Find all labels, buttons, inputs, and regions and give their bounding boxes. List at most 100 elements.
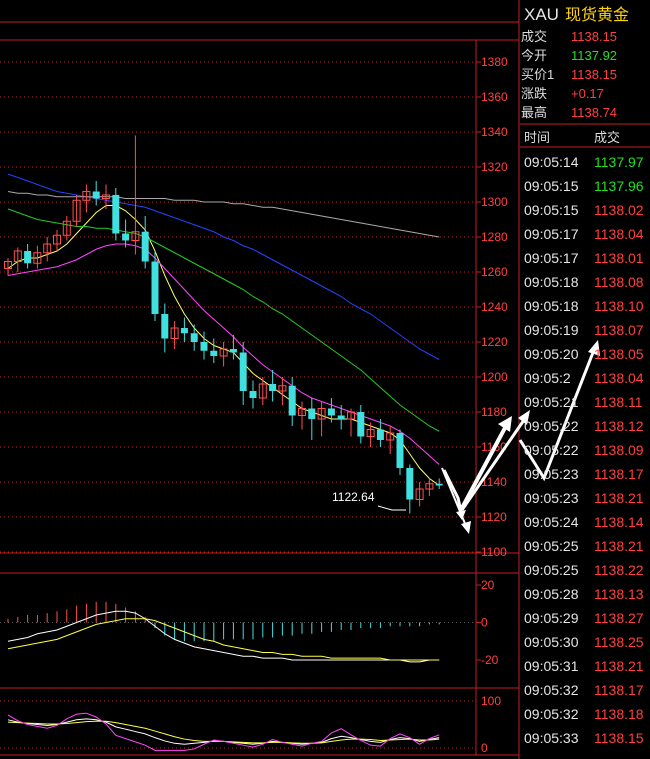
tick-time: 09:05:21: [524, 394, 579, 410]
candle-body: [396, 433, 404, 468]
tick-time: 09:05:24: [524, 514, 579, 530]
tick-time: 09:05:18: [524, 274, 579, 290]
candle-body: [190, 333, 198, 342]
tick-time: 09:05:30: [524, 634, 579, 650]
quote-row: 买价1 1138.15: [521, 66, 617, 84]
tick-price: 1138.05: [594, 346, 644, 362]
price-axis-label: 1220: [481, 335, 508, 349]
tick-price: 1137.96: [594, 178, 644, 194]
price-axis-label: 1300: [481, 195, 508, 209]
candlesticks: [4, 135, 443, 514]
tick-time: 09:05:2: [524, 370, 571, 386]
tick-row[interactable]: 09:05:22 1138.12: [524, 414, 644, 438]
quote-label: 成交: [521, 29, 548, 44]
tick-row[interactable]: 09:05:2 1138.04: [524, 366, 644, 390]
tick-row[interactable]: 09:05:25 1138.22: [524, 558, 644, 582]
price-axis-label: 1260: [481, 265, 508, 279]
tick-price: 1138.04: [594, 226, 644, 242]
candle-body: [24, 251, 32, 264]
tick-price: 1138.18: [594, 706, 644, 722]
tick-header-time: 时间: [524, 130, 551, 145]
arrow-up-2: [460, 419, 526, 511]
quote-row: 最高 1138.74: [521, 104, 617, 122]
tick-row[interactable]: 09:05:28 1138.13: [524, 582, 644, 606]
tick-price: 1138.04: [594, 370, 644, 386]
tick-row[interactable]: 09:05:17 1138.01: [524, 246, 644, 270]
tick-row[interactable]: 09:05:29 1138.27: [524, 606, 644, 630]
price-axis-label: 1340: [481, 125, 508, 139]
tick-row[interactable]: 09:05:23 1138.21: [524, 486, 644, 510]
candle-body: [210, 350, 218, 356]
tick-time: 09:05:15: [524, 178, 579, 194]
tick-row[interactable]: 09:05:18 1138.10: [524, 294, 644, 318]
tick-time: 09:05:18: [524, 298, 579, 314]
tick-row[interactable]: 09:05:23 1138.17: [524, 462, 644, 486]
tick-price: 1138.08: [594, 274, 644, 290]
quote-label: 买价1: [521, 67, 555, 82]
tick-row[interactable]: 09:05:15 1137.96: [524, 174, 644, 198]
quote-value: 1138.15: [571, 67, 618, 82]
tick-time: 09:05:22: [524, 442, 579, 458]
tick-time: 09:05:25: [524, 562, 579, 578]
arrow-up-1: [460, 425, 508, 509]
candle-body: [376, 429, 384, 440]
candle-body: [122, 233, 130, 241]
tick-row[interactable]: 09:05:17 1138.04: [524, 222, 644, 246]
low-annotation: 1122.64: [332, 490, 406, 511]
arrow-down-2: [441, 467, 467, 527]
tick-price: 1138.21: [594, 490, 644, 506]
tick-row[interactable]: 09:05:24 1138.14: [524, 510, 644, 534]
candle-body: [435, 483, 443, 486]
quote-value: +0.17: [571, 86, 604, 101]
tick-row[interactable]: 09:05:25 1138.21: [524, 534, 644, 558]
price-axis-label: 1100: [481, 545, 507, 559]
tick-row[interactable]: 09:05:30 1138.25: [524, 630, 644, 654]
tick-row[interactable]: 09:05:15 1138.02: [524, 198, 644, 222]
tick-price: 1138.27: [594, 610, 644, 626]
tick-row[interactable]: 09:05:32 1138.17: [524, 678, 644, 702]
candle-body: [327, 408, 335, 416]
tick-row[interactable]: 09:05:32 1138.18: [524, 702, 644, 726]
symbol-name: 现货黄金: [564, 7, 629, 24]
candle-body: [180, 328, 188, 334]
tick-row[interactable]: 09:05:19 1138.07: [524, 318, 644, 342]
tick-row[interactable]: 09:05:20 1138.05: [524, 342, 644, 366]
tick-row[interactable]: 09:05:33 1138.15: [524, 726, 644, 750]
candle-body: [141, 231, 149, 262]
tick-price: 1138.17: [594, 682, 644, 698]
quote-label: 最高: [521, 105, 548, 120]
candle-body: [112, 195, 120, 234]
tick-price: 1138.14: [594, 514, 644, 530]
kdj-axis-label: 100: [481, 694, 501, 708]
quote-label: 今开: [521, 48, 548, 63]
candle-body: [249, 391, 257, 398]
tick-price: 1138.21: [594, 658, 644, 674]
tick-price: 1138.25: [594, 634, 644, 650]
kdj-d-line: [7, 720, 440, 744]
tick-time: 09:05:22: [524, 418, 579, 434]
candle-body: [308, 408, 316, 419]
tick-row[interactable]: 09:05:31 1138.21: [524, 654, 644, 678]
price-axis-label: 1120: [481, 510, 507, 524]
tick-time: 09:05:31: [524, 658, 579, 674]
quote-label: 涨跌: [521, 86, 548, 101]
quote-row: 成交 1138.15: [521, 28, 617, 46]
quote-row: 今开 1137.92: [521, 47, 617, 65]
tick-row[interactable]: 09:05:14 1137.97: [524, 150, 644, 174]
tick-row[interactable]: 09:05:21 1138.11: [524, 390, 643, 414]
quote-value: 1138.15: [571, 29, 618, 44]
low-price-leader: [377, 505, 406, 511]
tick-price: 1138.01: [594, 250, 644, 266]
tick-price: 1138.13: [594, 586, 644, 602]
tick-price: 1137.97: [594, 154, 644, 170]
tick-time: 09:05:23: [524, 490, 579, 506]
tick-row[interactable]: 09:05:18 1138.08: [524, 270, 644, 294]
candle-body: [269, 384, 277, 391]
quote-sidebar: XAU 现货黄金 成交 1138.15 今开 1137.92 买价1 1138.15 涨跌 +0…: [520, 0, 650, 759]
quote-value: 1138.74: [571, 105, 618, 120]
low-price-label: 1122.64: [332, 490, 375, 504]
tick-time: 09:05:29: [524, 610, 579, 626]
kdj-axis-label: 0: [481, 741, 488, 755]
tick-price: 1138.10: [594, 298, 644, 314]
tick-row[interactable]: 09:05:22 1138.09: [524, 438, 644, 462]
